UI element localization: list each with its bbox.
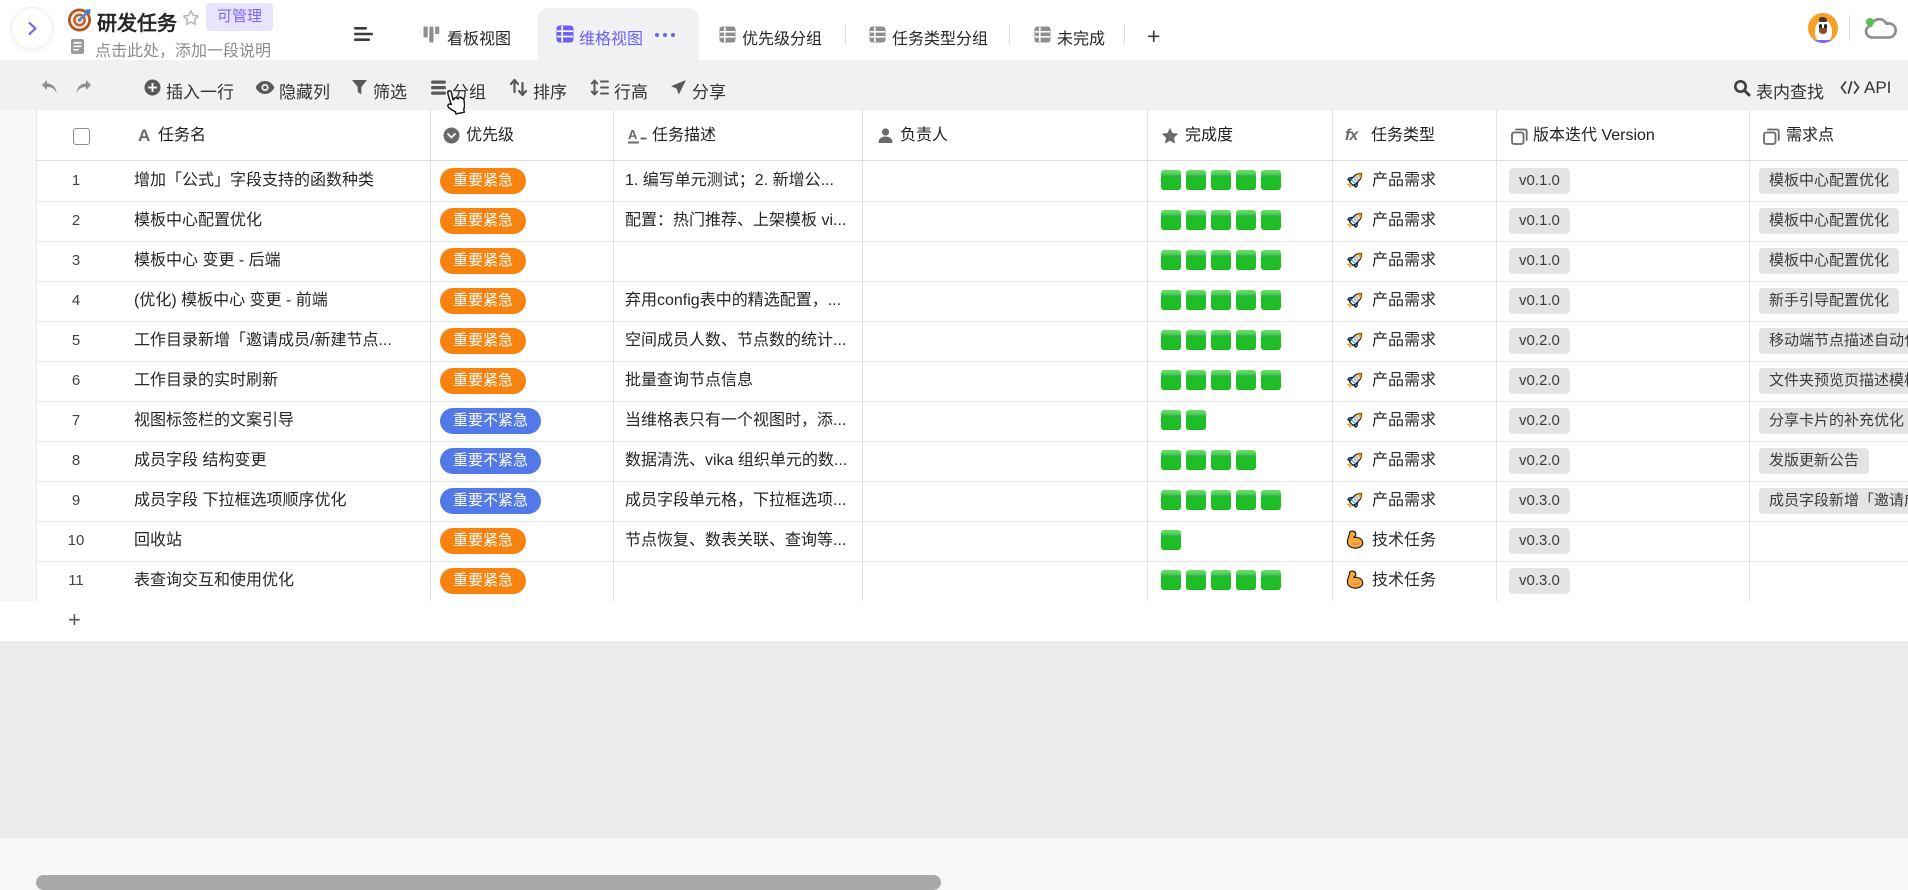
svg-text:A: A — [628, 127, 638, 142]
